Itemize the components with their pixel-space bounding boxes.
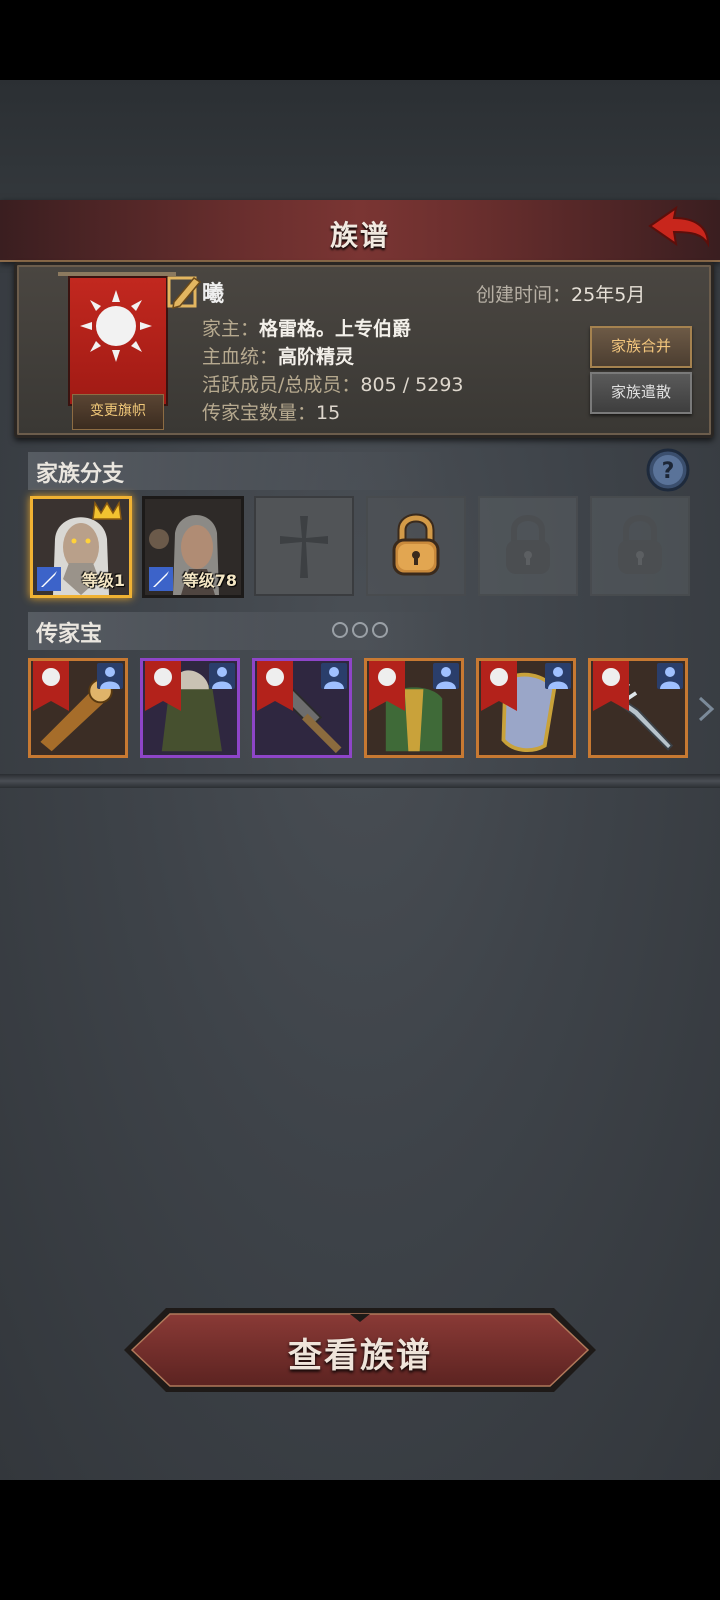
- page-title: 族谱: [329, 219, 390, 252]
- clan-flag-icon: [145, 661, 181, 711]
- padlock-icon: [392, 513, 440, 576]
- leader-label: 家主：: [202, 318, 260, 340]
- question-icon[interactable]: ?: [646, 448, 690, 492]
- edit-pencil-icon[interactable]: [166, 272, 202, 312]
- sword-icon: [149, 567, 173, 591]
- member-level: 等级78: [182, 571, 237, 590]
- heirloom-count-value: 15: [316, 402, 341, 424]
- padlock-icon: [618, 515, 662, 574]
- heirloom-count-line: 传家宝数量：15: [202, 398, 340, 425]
- bloodline-value: 高阶精灵: [278, 346, 355, 368]
- heirloom-item[interactable]: [140, 658, 240, 758]
- created-value: 25年5月: [571, 284, 646, 306]
- padlock-icon: [506, 515, 550, 574]
- branches-title: 家族分支: [36, 462, 125, 487]
- status-bar-area: [0, 0, 720, 80]
- heirlooms-title: 传家宝: [36, 622, 103, 647]
- top-header-area: [0, 80, 720, 202]
- person-icon: [97, 663, 123, 689]
- branch-locked-slot: [590, 496, 690, 596]
- branch-unlockable-slot[interactable]: [366, 496, 466, 596]
- leader-line: 家主：格雷格。上专伯爵: [202, 314, 411, 341]
- branch-member-slot-1[interactable]: 等级1: [30, 496, 132, 598]
- created-label: 创建时间：: [476, 284, 572, 306]
- clan-flag-icon: [33, 661, 69, 711]
- page-dots-indicator: [332, 622, 388, 638]
- clan-flag-icon: [593, 661, 629, 711]
- person-icon: [209, 663, 235, 689]
- member-level: 等级1: [81, 571, 125, 590]
- clan-merge-button[interactable]: 家族合并: [590, 326, 692, 368]
- heirloom-item[interactable]: [252, 658, 352, 758]
- person-icon: [433, 663, 459, 689]
- bloodline-label: 主血统：: [202, 346, 279, 368]
- clan-disband-button[interactable]: 家族遣散: [590, 372, 692, 414]
- cross-icon: [280, 516, 328, 578]
- heirloom-count-label: 传家宝数量：: [202, 402, 317, 424]
- person-icon: [321, 663, 347, 689]
- section-divider: [0, 774, 720, 788]
- clan-name: 曦: [202, 282, 225, 307]
- change-flag-button[interactable]: 变更旗帜: [72, 394, 164, 430]
- person-icon: [545, 663, 571, 689]
- heirloom-item[interactable]: [28, 658, 128, 758]
- heirloom-item[interactable]: [588, 658, 688, 758]
- created-time: 创建时间：25年5月: [476, 280, 645, 307]
- members-label: 活跃成员/总成员：: [202, 374, 361, 396]
- chevron-right-icon[interactable]: [696, 694, 716, 724]
- svg-text:?: ?: [662, 459, 675, 484]
- bloodline-line: 主血统：高阶精灵: [202, 342, 354, 369]
- branch-empty-slot[interactable]: [254, 496, 354, 596]
- heirloom-item[interactable]: [364, 658, 464, 758]
- navigation-bar-area: [0, 1480, 720, 1600]
- branch-locked-slot: [478, 496, 578, 596]
- members-value: 805 / 5293: [360, 374, 464, 396]
- sword-icon: [37, 567, 61, 591]
- clan-flag-icon: [481, 661, 517, 711]
- view-family-tree-button[interactable]: [122, 1304, 598, 1396]
- person-icon: [657, 663, 683, 689]
- sun-emblem-icon: [80, 290, 152, 362]
- clan-flag-icon: [369, 661, 405, 711]
- heirloom-item[interactable]: [476, 658, 576, 758]
- title-bar: 族谱: [0, 200, 720, 262]
- branch-member-slot-2[interactable]: 等级78: [142, 496, 244, 598]
- leader-value: 格雷格。上专伯爵: [259, 318, 412, 340]
- back-arrow-icon[interactable]: [646, 204, 712, 256]
- clan-flag-icon: [257, 661, 293, 711]
- members-line: 活跃成员/总成员：805 / 5293: [202, 370, 464, 397]
